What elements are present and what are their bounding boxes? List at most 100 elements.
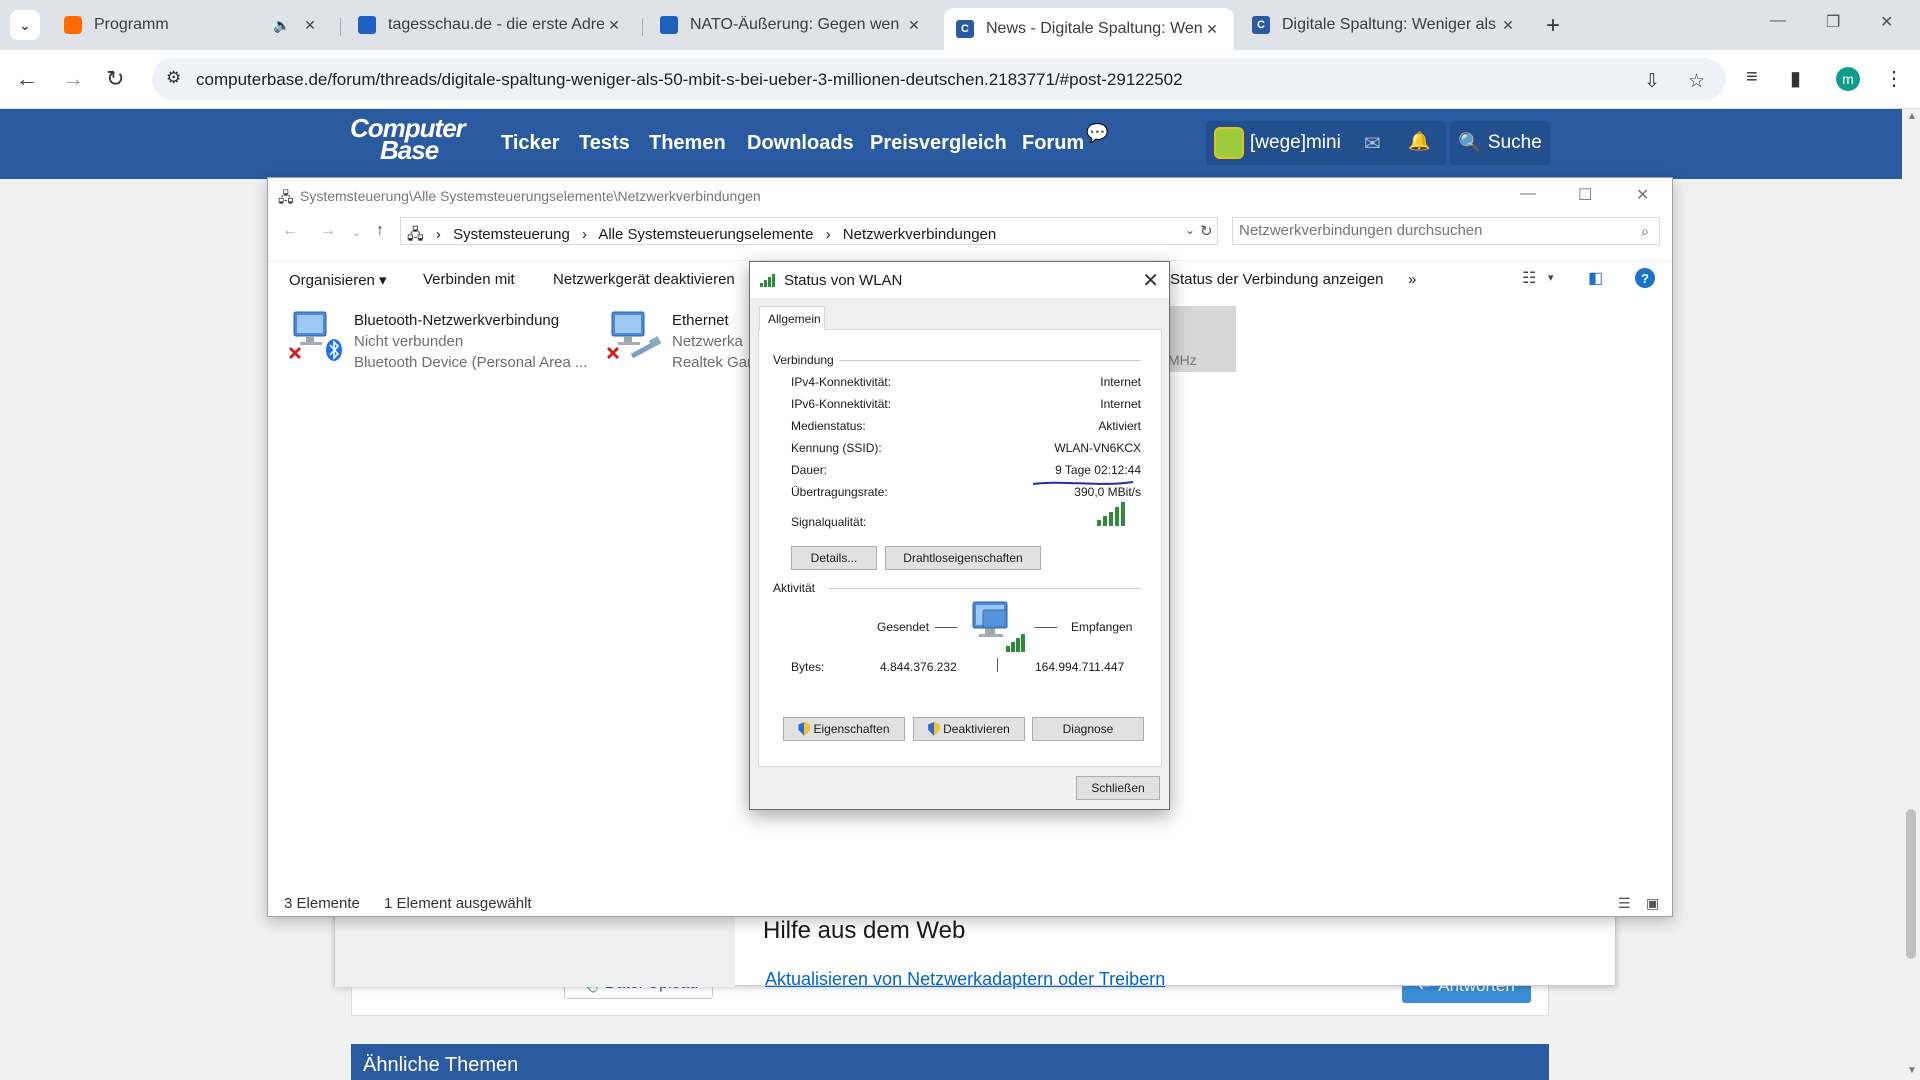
nav-preisvergleich[interactable]: Preisvergleich <box>870 132 1007 155</box>
page-scrollbar[interactable]: ▲ ▼ <box>1902 109 1920 1080</box>
install-app-icon[interactable]: ⇩ <box>1644 70 1660 93</box>
bell-icon[interactable]: 🔔 <box>1408 131 1430 152</box>
adapter-device: Realtek Gar <box>672 354 753 371</box>
user-menu[interactable]: [wege]mini ✉ 🔔 <box>1206 121 1446 165</box>
ssid-label: Kennung (SSID): <box>791 441 882 455</box>
reload-icon[interactable]: ↻ <box>106 66 124 92</box>
duration-value: 9 Tage 02:12:44 <box>1055 463 1141 477</box>
side-panel-icon[interactable]: ▮ <box>1790 66 1801 91</box>
details-button[interactable]: Details... <box>791 546 877 570</box>
large-icons-view-icon[interactable]: ▣ <box>1646 895 1659 912</box>
back-arrow-icon[interactable]: ← <box>282 222 298 240</box>
nav-forum[interactable]: Forum <box>1022 132 1084 155</box>
restore-icon[interactable]: ❐ <box>1826 12 1840 32</box>
minimize-icon[interactable]: — <box>1520 185 1536 203</box>
chevron-down-icon: ⌄ <box>19 16 31 33</box>
adapter-status: Netzwerka <box>672 333 743 350</box>
view-status-button[interactable]: Status der Verbindung anzeigen <box>1170 271 1384 288</box>
help-from-web-panel: Hilfe aus dem Web Aktualisieren von Netz… <box>334 912 1616 989</box>
explorer-path-bar[interactable]: 🖧 › Systemsteuerung › Alle Systemsteueru… <box>400 217 1218 245</box>
signal-strength-icon <box>1097 502 1125 526</box>
chevron-down-icon[interactable]: ⌄ <box>1185 223 1195 237</box>
speaker-icon[interactable]: 🔈 <box>272 17 292 34</box>
properties-button[interactable]: Eigenschaften <box>783 717 905 741</box>
forward-arrow-icon[interactable]: → <box>62 66 84 92</box>
bookmark-star-icon[interactable]: ☆ <box>1688 70 1705 93</box>
refresh-icon[interactable]: ↻ <box>1200 222 1213 240</box>
mail-icon[interactable]: ✉ <box>1364 131 1381 156</box>
computerbase-logo[interactable]: Computer Base <box>350 115 466 163</box>
bluetooth-network-adapter-icon <box>288 311 342 361</box>
dialog-title: Status von WLAN <box>784 272 903 289</box>
username[interactable]: [wege]mini <box>1250 132 1341 154</box>
up-arrow-icon[interactable]: ↑ <box>376 222 384 240</box>
tab-tagesschau[interactable]: tagesschau.de - die erste Adresse ✕ <box>346 8 636 42</box>
site-navigation: Computer Base Ticker Tests Themen Downlo… <box>0 109 1902 179</box>
scroll-thumb[interactable] <box>1906 809 1916 959</box>
sent-line <box>935 627 957 628</box>
adapter-ethernet[interactable]: Ethernet Netzwerka Realtek Gar <box>606 308 756 372</box>
disable-device-button[interactable]: Netzwerkgerät deaktivieren <box>553 271 735 288</box>
connect-to-button[interactable]: Verbinden mit <box>423 271 515 288</box>
scroll-up-icon[interactable]: ▲ <box>1907 111 1917 122</box>
tab-search-button[interactable]: ⌄ <box>10 10 40 40</box>
maximize-icon[interactable]: ☐ <box>1578 185 1592 205</box>
close-icon[interactable]: ✕ <box>300 17 320 34</box>
nav-tests[interactable]: Tests <box>579 132 630 155</box>
tab-allgemein[interactable]: Allgemein <box>759 306 825 330</box>
close-icon[interactable]: ✕ <box>1498 17 1518 34</box>
close-icon[interactable]: ✕ <box>1880 12 1893 32</box>
diagnose-button[interactable]: Diagnose <box>1032 717 1144 741</box>
help-icon[interactable]: ? <box>1635 268 1655 288</box>
media-control-icon[interactable]: ≡ <box>1746 66 1758 89</box>
back-arrow-icon[interactable]: ← <box>16 66 38 92</box>
deactivate-button[interactable]: Deaktivieren <box>913 717 1025 741</box>
new-tab-button[interactable]: + <box>1546 12 1560 40</box>
forward-arrow-icon[interactable]: → <box>320 222 336 240</box>
breadcrumb: 🖧 › Systemsteuerung › Alle Systemsteueru… <box>407 226 997 243</box>
scroll-down-icon[interactable]: ▼ <box>1907 1065 1917 1076</box>
wireless-properties-button[interactable]: Drahtloseigenschaften <box>885 546 1041 570</box>
explorer-search-input[interactable] <box>1239 222 1619 239</box>
nav-ticker[interactable]: Ticker <box>501 132 560 155</box>
recent-locations-icon[interactable]: ⌄ <box>352 226 361 239</box>
breadcrumb-netzwerkverbindungen[interactable]: Netzwerkverbindungen <box>843 226 996 243</box>
window-title: Systemsteuerung\Alle Systemsteuerungsele… <box>300 188 761 204</box>
profile-avatar[interactable]: m <box>1836 67 1860 91</box>
organize-menu[interactable]: Organisieren ▾ <box>289 271 387 289</box>
dialog-tab-panel: Verbindung IPv4-Konnektivität: Internet … <box>758 329 1162 767</box>
preview-pane-icon[interactable]: ◧ <box>1588 268 1603 288</box>
tab-digitale-spaltung[interactable]: C Digitale Spaltung: Weniger als 5 ✕ <box>1240 8 1530 42</box>
tab-programm[interactable]: Programm 🔈 ✕ <box>52 8 332 42</box>
minimize-icon[interactable]: — <box>1770 12 1786 30</box>
nav-themen[interactable]: Themen <box>649 132 726 155</box>
help-link-update-adapters[interactable]: Aktualisieren von Netzwerkadaptern oder … <box>765 969 1165 990</box>
dialog-titlebar: Status von WLAN ✕ <box>750 262 1169 298</box>
change-view-icon[interactable]: ☷ <box>1522 268 1536 288</box>
site-info-icon[interactable]: ⚙ <box>166 68 181 88</box>
tab-nato[interactable]: NATO-Äußerung: Gegen wen k ✕ <box>648 8 936 42</box>
more-commands-button[interactable]: » <box>1408 271 1416 288</box>
tab-news-digitale-spaltung[interactable]: C News - Digitale Spaltung: Weni ✕ <box>944 8 1234 50</box>
adapter-wlan-selected[interactable]: MHz <box>1168 306 1236 372</box>
close-icon[interactable]: ✕ <box>904 17 924 34</box>
avatar[interactable] <box>1214 127 1244 159</box>
adapter-bluetooth[interactable]: Bluetooth-Netzwerkverbindung Nicht verbu… <box>288 308 588 372</box>
close-icon[interactable]: ✕ <box>1142 268 1159 293</box>
item-count: 3 Elemente <box>284 895 360 912</box>
close-icon[interactable]: ✕ <box>1202 21 1222 38</box>
close-button[interactable]: Schließen <box>1076 776 1160 800</box>
menu-kebab-icon[interactable]: ⋮ <box>1884 66 1904 91</box>
nav-downloads[interactable]: Downloads <box>747 132 854 155</box>
breadcrumb-systemsteuerung[interactable]: Systemsteuerung <box>453 226 570 243</box>
breadcrumb-alle-elemente[interactable]: Alle Systemsteuerungselemente <box>598 226 813 243</box>
explorer-search-box[interactable]: ⌕ <box>1232 217 1660 245</box>
details-view-icon[interactable]: ☰ <box>1618 895 1631 912</box>
ipv4-label: IPv4-Konnektivität: <box>791 375 892 389</box>
close-icon[interactable]: ✕ <box>604 17 624 34</box>
media-status-label: Medienstatus: <box>791 419 866 433</box>
search-button[interactable]: 🔍 Suche <box>1450 121 1550 165</box>
address-bar[interactable]: ⚙ computerbase.de/forum/threads/digitale… <box>152 58 1726 100</box>
chevron-down-icon[interactable]: ▾ <box>1548 271 1554 284</box>
close-icon[interactable]: ✕ <box>1636 185 1649 205</box>
